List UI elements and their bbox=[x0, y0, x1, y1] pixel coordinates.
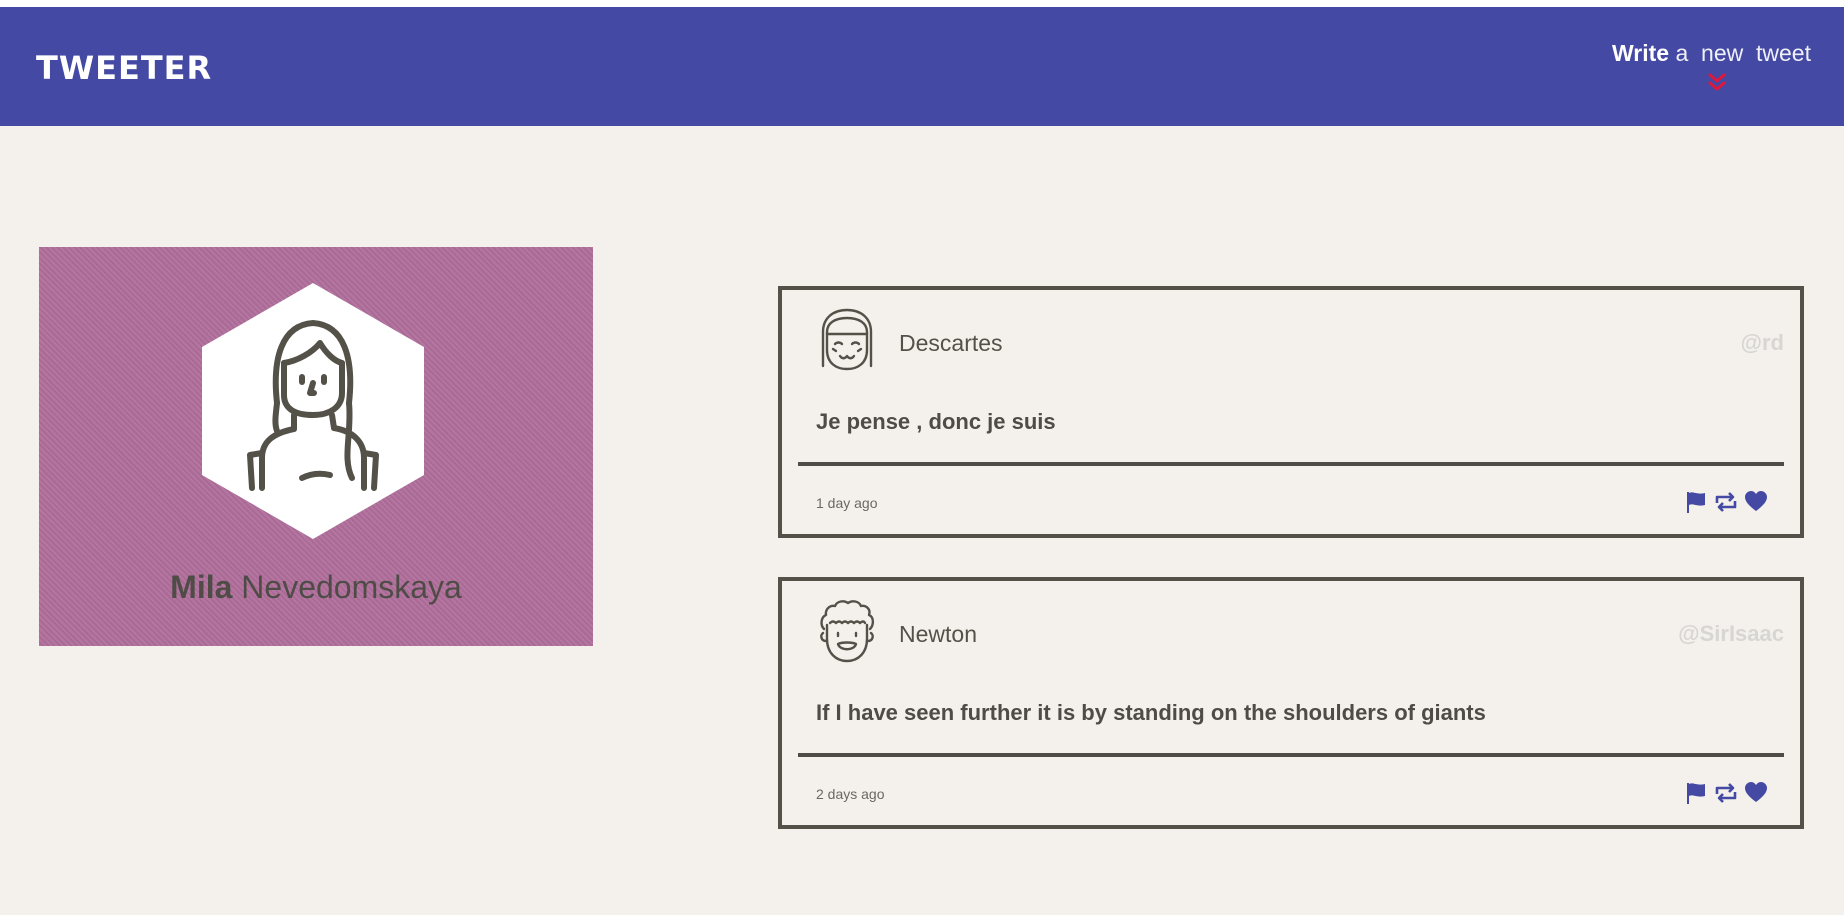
tweet-author[interactable]: Newton bbox=[899, 621, 977, 648]
compose-tweet-button[interactable]: Write a new tweet bbox=[1612, 40, 1811, 67]
app-logo[interactable]: TWEETER bbox=[36, 49, 212, 87]
tweet-card: Descartes @rd Je pense , donc je suis 1 … bbox=[778, 286, 1804, 538]
tweet-divider bbox=[798, 753, 1784, 757]
compose-label-new: new bbox=[1701, 40, 1744, 66]
bottom-strip bbox=[0, 915, 1844, 919]
compose-label-tweet: tweet bbox=[1756, 40, 1811, 66]
hexagon-avatar-icon bbox=[202, 283, 424, 539]
chevron-double-down-icon[interactable] bbox=[1707, 72, 1727, 94]
navbar: TWEETER Write a new tweet bbox=[0, 7, 1844, 126]
tweet-divider bbox=[798, 462, 1784, 466]
tweet-handle[interactable]: @rd bbox=[1741, 330, 1784, 356]
profile-last-name: Nevedomskaya bbox=[241, 569, 462, 605]
retweet-icon[interactable] bbox=[1714, 490, 1738, 514]
flag-icon[interactable] bbox=[1684, 490, 1708, 514]
tweet-timestamp: 1 day ago bbox=[816, 495, 878, 511]
tweet-actions bbox=[1684, 781, 1768, 805]
user-avatar-icon bbox=[820, 600, 875, 663]
user-avatar-icon bbox=[821, 308, 873, 371]
tweet-content: If I have seen further it is by standing… bbox=[816, 700, 1486, 725]
tweet-content: Je pense , donc je suis bbox=[816, 409, 1056, 434]
tweet-actions bbox=[1684, 490, 1768, 514]
profile-first-name: Mila bbox=[170, 569, 233, 605]
heart-icon[interactable] bbox=[1744, 490, 1768, 514]
profile-name: Mila Nevedomskaya bbox=[39, 569, 593, 606]
flag-icon[interactable] bbox=[1684, 781, 1708, 805]
tweet-card: Newton @SirIsaac If I have seen further … bbox=[778, 577, 1804, 829]
top-strip bbox=[0, 0, 1844, 7]
tweet-handle[interactable]: @SirIsaac bbox=[1678, 621, 1784, 647]
tweet-author[interactable]: Descartes bbox=[899, 330, 1003, 357]
compose-label-write: Write bbox=[1611, 40, 1670, 66]
heart-icon[interactable] bbox=[1744, 781, 1768, 805]
retweet-icon[interactable] bbox=[1714, 781, 1738, 805]
tweet-timestamp: 2 days ago bbox=[816, 786, 885, 802]
profile-avatar bbox=[202, 283, 424, 539]
profile-card: Mila Nevedomskaya bbox=[39, 247, 593, 646]
compose-label-a: a bbox=[1675, 40, 1689, 66]
